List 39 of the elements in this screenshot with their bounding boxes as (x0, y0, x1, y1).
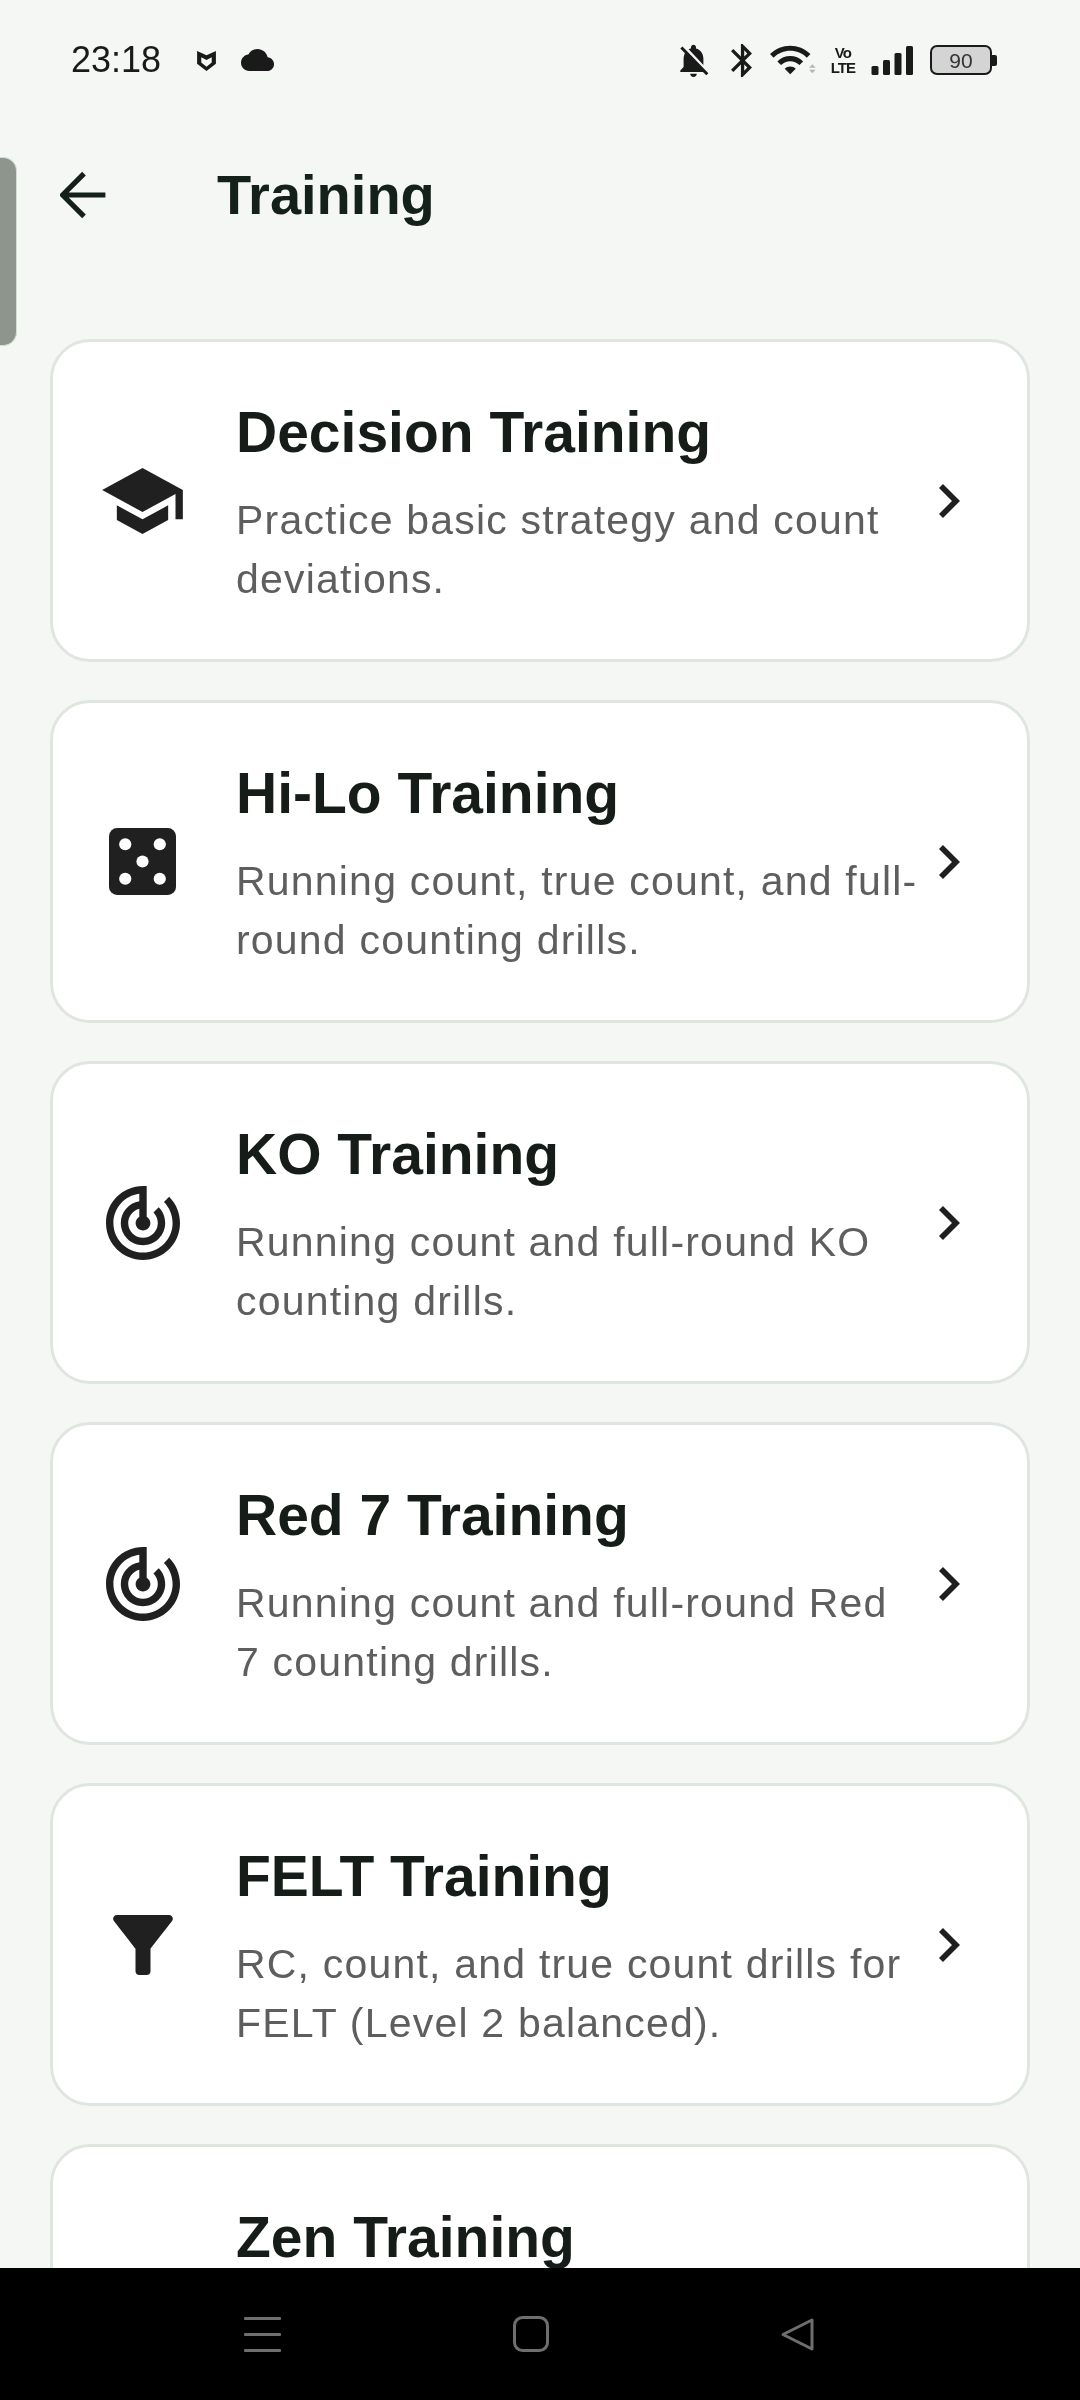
card-description: Running count and full-round Red 7 counting drills. (236, 1579, 889, 1687)
back-arrow-icon (60, 171, 108, 219)
back-icon[interactable] (780, 2316, 815, 2352)
target-icon (105, 1185, 180, 1260)
cloud-icon (241, 49, 275, 71)
training-card[interactable]: FELT Training RC, count, and true count drills for FELT (Level 2 balanced). (50, 1783, 1030, 2106)
card-title: Decision Training (236, 402, 713, 462)
card-description: Practice basic strategy and count deviations. (236, 496, 881, 604)
battery-indicator: 90 (930, 45, 997, 75)
menu-icon[interactable] (244, 2316, 281, 2352)
funnel-icon (112, 1914, 173, 1975)
chevron-right-icon (938, 1927, 960, 1962)
chevron-right-icon (938, 483, 960, 518)
card-title: Red 7 Training (236, 1485, 630, 1545)
edge-panel-handle[interactable] (0, 157, 17, 346)
signal-icon (871, 45, 914, 75)
card-title: Hi-Lo Training (236, 763, 621, 823)
training-card[interactable]: Red 7 Training Running count and full-round Red 7 counting drills. (50, 1422, 1030, 1745)
wifi-icon (769, 44, 816, 76)
card-description: Running count and full-round KO counting drills. (236, 1218, 872, 1326)
bluetooth-icon (730, 43, 752, 77)
card-description: Running count, true count, and full-round counting drills. (236, 857, 919, 965)
card-title: FELT Training (236, 1846, 613, 1906)
target-icon (105, 1546, 180, 1621)
shield-icon (196, 48, 218, 72)
dice-icon (109, 828, 176, 895)
bell-off-icon (677, 43, 709, 77)
training-card[interactable]: Hi-Lo Training Running count, true count, and full-round counting drills. (50, 700, 1030, 1023)
training-card[interactable]: Decision Training Practice basic strategy and count deviations. (50, 339, 1030, 662)
chevron-right-icon (938, 1566, 960, 1601)
graduation-cap-icon (102, 467, 183, 534)
home-icon[interactable] (513, 2316, 549, 2352)
chevron-right-icon (938, 1205, 960, 1240)
card-description: RC, count, and true count drills for FELT (Level 2 balanced). (236, 1940, 903, 2048)
network-type-label: Vo LTE (830, 45, 855, 75)
status-time: 23:18 (71, 42, 162, 78)
chevron-right-icon (938, 844, 960, 879)
training-card[interactable]: KO Training Running count and full-round KO counting drills. (50, 1061, 1030, 1384)
card-title: KO Training (236, 1124, 561, 1184)
